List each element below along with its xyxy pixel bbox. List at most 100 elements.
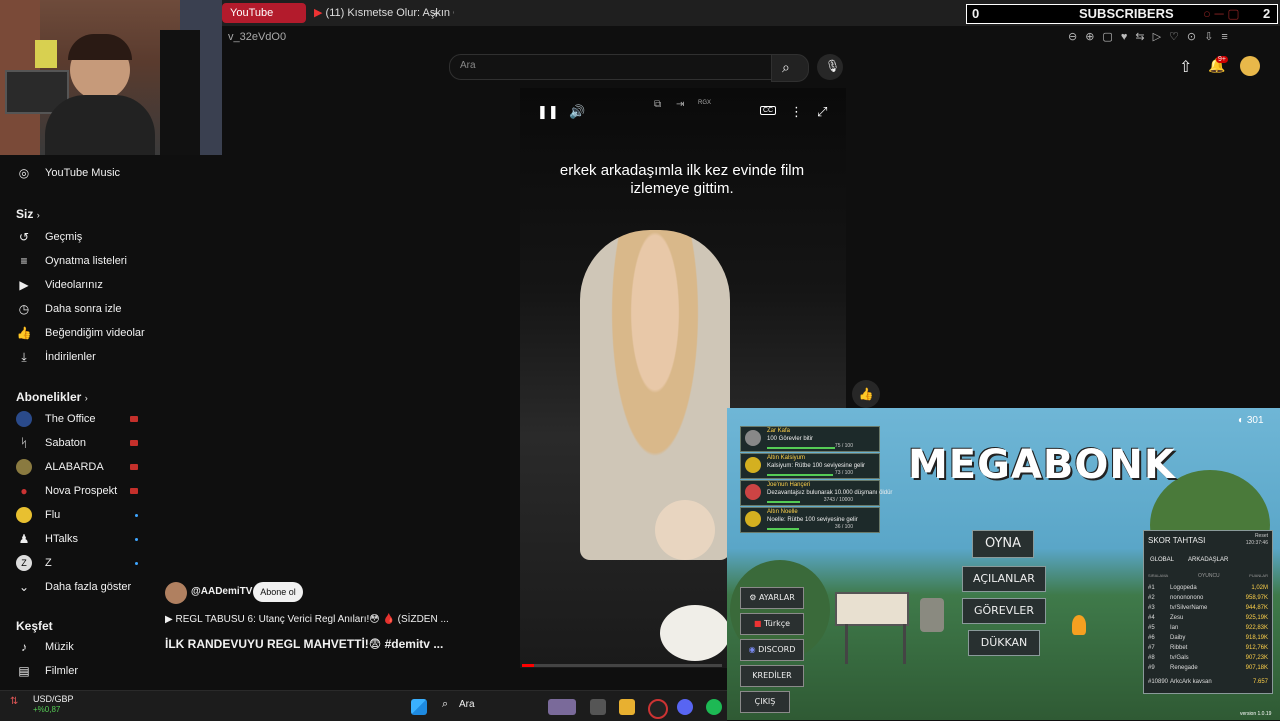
subscribe-button[interactable]: Abone ol xyxy=(253,582,303,602)
column-player: OYUNCU xyxy=(1198,573,1220,579)
tab-label: YouTube xyxy=(230,7,274,19)
rank: #10890 xyxy=(1148,679,1169,685)
coin-counter: ◐ 301 xyxy=(1238,415,1264,426)
sidebar-item-watch-later[interactable]: ◷ Daha sonra izle xyxy=(16,299,146,319)
game-torch xyxy=(1072,615,1086,635)
rank: #8 xyxy=(1148,655,1155,661)
channel-avatar[interactable] xyxy=(165,582,187,604)
sidebar-item-subscription[interactable]: ALABARDA xyxy=(16,457,146,477)
task-view-icon[interactable] xyxy=(590,699,606,715)
opera-gx-icon[interactable] xyxy=(648,699,668,719)
live-indicator-icon xyxy=(130,488,138,494)
subscriptions-header[interactable]: Abonelikler › xyxy=(16,390,88,404)
sidebar-item-subscription[interactable]: The Office xyxy=(16,409,146,429)
section-title: Keşfet xyxy=(16,619,53,633)
sidebar-item-label: ALABARDA xyxy=(45,461,104,473)
sidebar: ◎ YouTube Music Siz › ↺ Geçmiş ≡ Oynatma l… xyxy=(0,155,150,690)
leaderboard-row: #3 tv/SilverName 944,87K xyxy=(1148,603,1268,613)
widget-icon[interactable] xyxy=(548,699,576,715)
discord-icon[interactable] xyxy=(677,699,693,715)
sidebar-item-subscription[interactable]: Flu xyxy=(16,505,146,525)
quest-icon xyxy=(745,430,761,446)
browser-tab-youtube[interactable]: YouTube xyxy=(222,3,306,23)
share-icon[interactable]: ⇥ xyxy=(676,99,684,110)
live-indicator-icon xyxy=(130,464,138,470)
voice-search-button[interactable]: 🎙 xyxy=(817,54,843,80)
more-options-icon[interactable]: ⋮ xyxy=(790,104,803,120)
video-title: İLK RANDEVUYU REGL MAHVETTİ!😨 #demitv ..… xyxy=(165,637,444,651)
game-logo: MEGABONK xyxy=(908,442,1176,488)
history-icon: ↺ xyxy=(18,230,30,244)
game-unlocks-button[interactable]: AÇILANLAR xyxy=(962,566,1046,592)
leaderboard-row: #4 Zesu 925,19K xyxy=(1148,613,1268,623)
spotify-icon[interactable] xyxy=(706,699,722,715)
sidebar-item-playlists[interactable]: ≡ Oynatma listeleri xyxy=(16,251,146,271)
sidebar-item-your-videos[interactable]: ▶ Videolarınız xyxy=(16,275,146,295)
ticker-name[interactable]: USD/GBP xyxy=(33,694,74,704)
sidebar-item-subscription[interactable]: ᛋ Sabaton xyxy=(16,433,146,453)
score: 1,02M xyxy=(1251,585,1268,591)
quest-icon xyxy=(745,484,761,500)
sidebar-item-downloads[interactable]: ⤓ İndirilenler xyxy=(16,347,146,367)
button-label: OYNA xyxy=(984,536,1022,551)
windows-taskbar: ⇅ USD/GBP +%0,87 ⌕ Ara xyxy=(0,690,727,721)
download-icon: ⤓ xyxy=(21,350,27,364)
show-more-button[interactable]: ⌄ Daha fazla göster xyxy=(16,577,146,597)
related-video-link[interactable]: ▶ REGL TABUSU 6: Utanç Verici Regl Anıla… xyxy=(165,614,449,625)
sidebar-item-youtube-music[interactable]: ◎ YouTube Music xyxy=(16,163,146,183)
notification-badge: 9+ xyxy=(1216,56,1228,63)
thumbs-up-icon: 👍 xyxy=(16,326,32,340)
windows-start-icon[interactable] xyxy=(411,699,427,715)
upload-icon[interactable]: ⇧ xyxy=(1179,57,1192,77)
search-icon[interactable]: ⌕ xyxy=(442,698,448,711)
file-explorer-icon[interactable] xyxy=(619,699,635,715)
new-tab-button[interactable]: + xyxy=(432,5,440,21)
sidebar-item-subscription[interactable]: ♟ HTalks xyxy=(16,529,146,549)
quest-progress-bar xyxy=(767,501,800,503)
game-quit-button[interactable]: ÇIKIŞ xyxy=(740,691,790,713)
quest-card: Zar Kafa 100 Görevler bitir 75 / 100 xyxy=(740,426,880,452)
game-table xyxy=(845,624,906,664)
rgx-badge[interactable]: RGX xyxy=(698,100,711,106)
leaderboard-row: #9 Renegade 907,18K xyxy=(1148,663,1268,673)
fullscreen-icon[interactable]: ⤢ xyxy=(817,104,827,120)
like-button[interactable]: 👍 xyxy=(852,380,880,408)
ticker-icon: ⇅ xyxy=(10,696,19,707)
leaderboard-row: #7 Ribbet 912,76K xyxy=(1148,643,1268,653)
sidebar-item-label: Nova Prospekt xyxy=(45,485,118,497)
game-settings-button[interactable]: ⚙ AYARLAR xyxy=(740,587,804,609)
search-button[interactable]: ⌕ xyxy=(771,54,809,82)
browser-extension-icons[interactable]: ⊖⊕▢♥⇆▷♡⊙⇩≡ xyxy=(1068,30,1236,43)
sidebar-item-history[interactable]: ↺ Geçmiş xyxy=(16,227,146,247)
button-label: ÇIKIŞ xyxy=(754,697,776,706)
sidebar-item-subscription[interactable]: ● Nova Prospekt xyxy=(16,481,146,501)
search-input[interactable]: Ara xyxy=(449,54,773,80)
music-disc-icon: ◎ xyxy=(18,166,30,180)
streamer-body xyxy=(45,95,155,155)
game-play-button[interactable]: OYNA xyxy=(972,530,1034,558)
sidebar-item-music[interactable]: ♪ Müzik xyxy=(16,637,146,657)
tab-global[interactable]: GLOBAL xyxy=(1150,557,1174,563)
you-section-header[interactable]: Siz › xyxy=(16,207,40,221)
sidebar-item-subscription[interactable]: ZZ xyxy=(16,553,146,573)
pause-icon[interactable]: ❚❚ xyxy=(537,104,559,120)
game-credits-button[interactable]: KREDİLER xyxy=(740,665,804,687)
leaderboard-row: #5 Ian 922,83K xyxy=(1148,623,1268,633)
game-quests-button[interactable]: GÖREVLER xyxy=(962,598,1046,624)
gear-icon: ⚙ xyxy=(749,593,757,602)
avatar[interactable] xyxy=(1240,56,1260,76)
pip-icon[interactable]: ⧉ xyxy=(654,99,661,110)
sidebar-item-movies[interactable]: ▤ Filmler xyxy=(16,661,146,681)
sidebar-item-liked-videos[interactable]: 👍 Beğendiğim videolar xyxy=(16,323,146,343)
volume-icon[interactable]: 🔊 xyxy=(569,104,585,120)
section-title: Abonelikler xyxy=(16,390,82,404)
game-discord-button[interactable]: ◉ DISCORD xyxy=(740,639,804,661)
game-language-button[interactable]: ■ Türkçe xyxy=(740,613,804,635)
taskbar-search[interactable]: Ara xyxy=(459,699,475,710)
captions-button[interactable]: CC xyxy=(760,106,777,115)
video-progress-bar[interactable] xyxy=(522,664,722,667)
game-shop-button[interactable]: DÜKKAN xyxy=(968,630,1040,656)
tab-friends[interactable]: ARKADAŞLAR xyxy=(1188,557,1228,563)
channel-handle[interactable]: @AADemiTV xyxy=(191,586,252,597)
leaderboard-row: #2 nonononono 958,97K xyxy=(1148,593,1268,603)
